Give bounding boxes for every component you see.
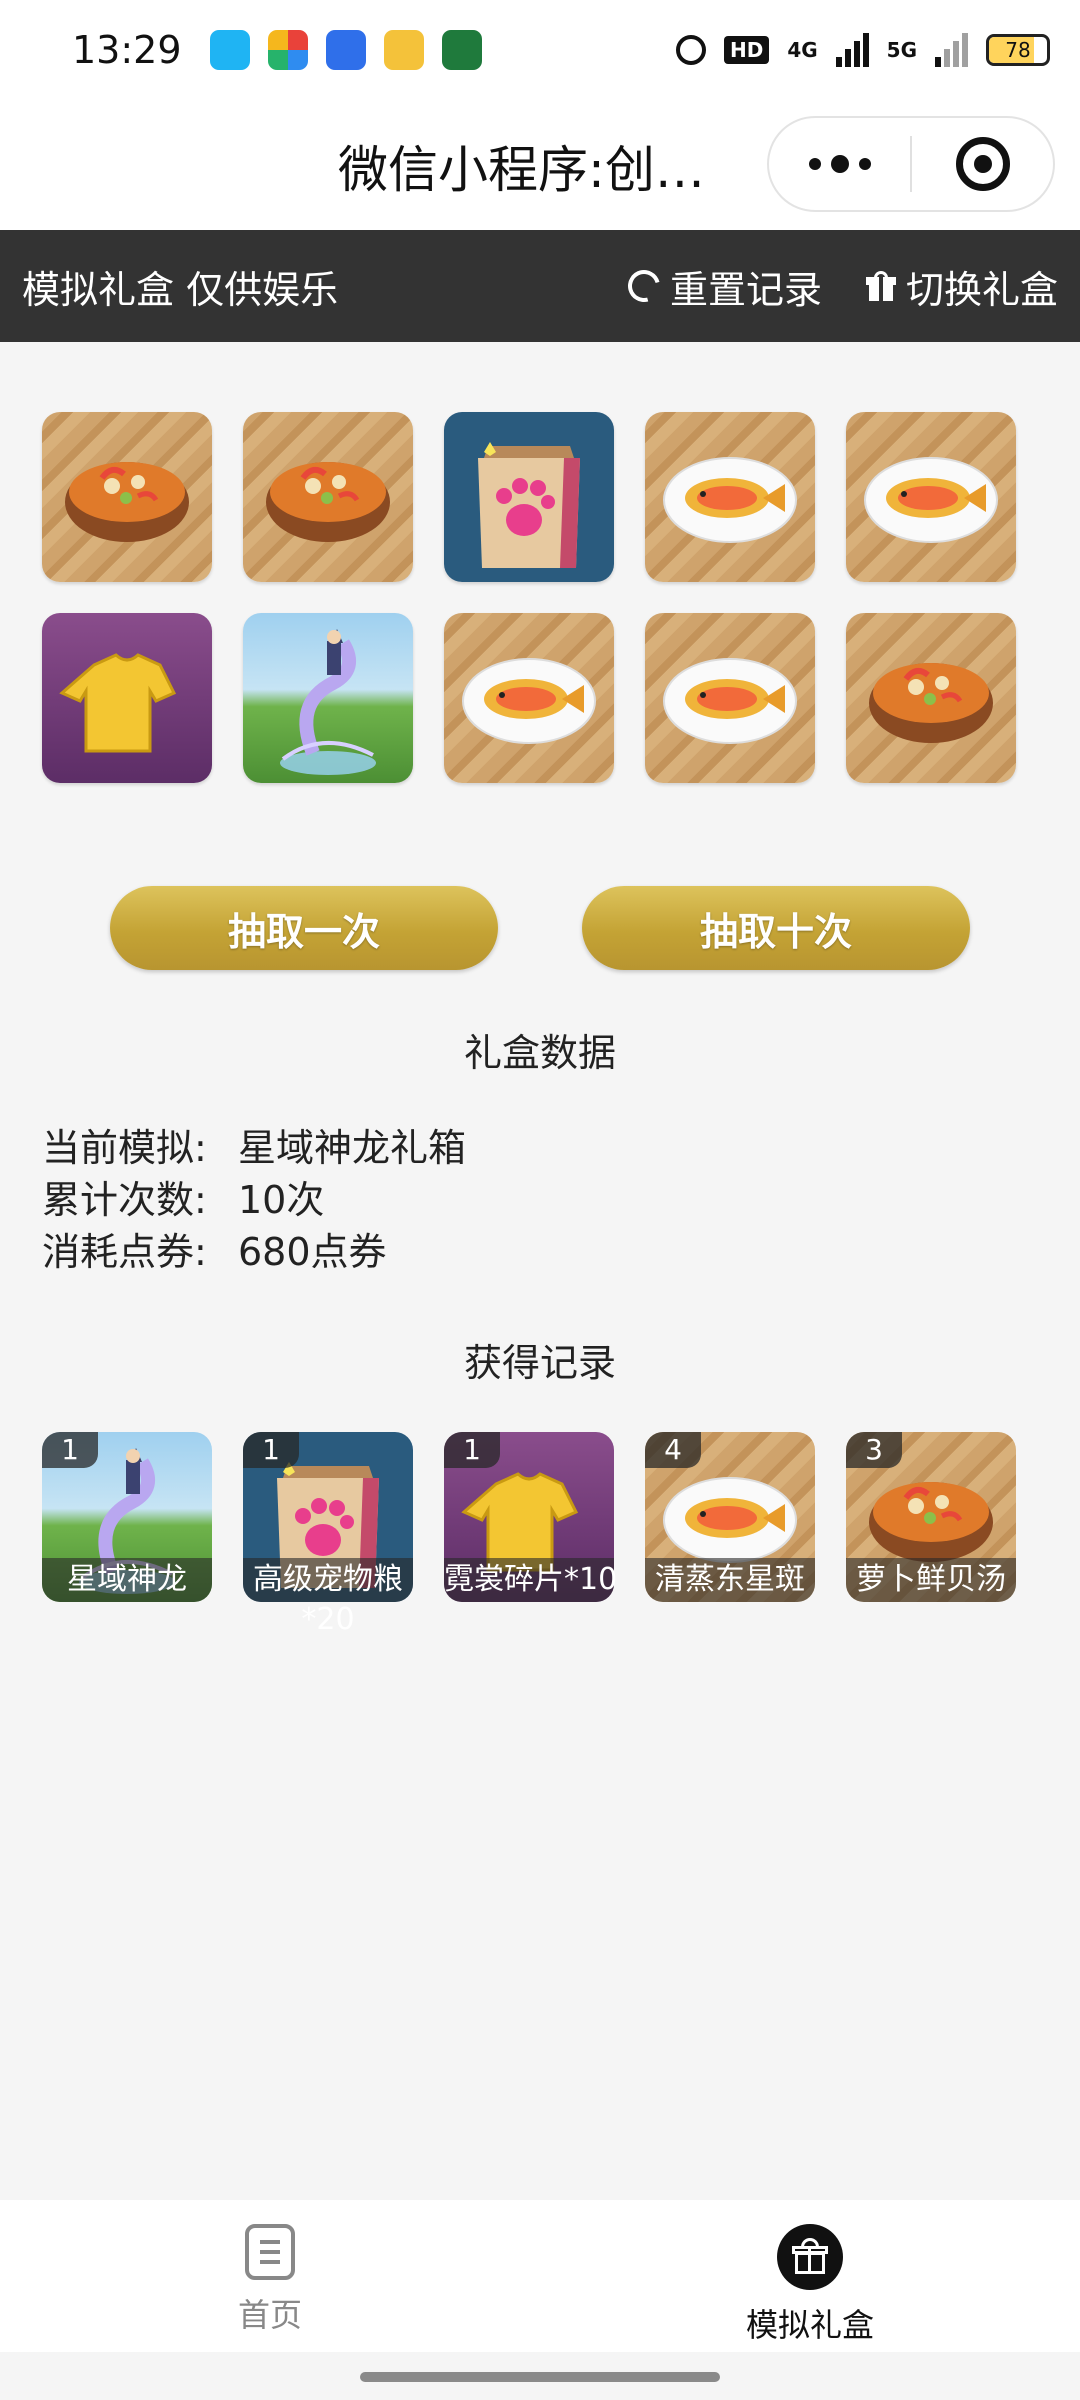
prize-tile [243,412,413,582]
prize-tile [444,613,614,783]
record-item: 3 萝卜鲜贝汤 [846,1432,1016,1602]
signal2-icon [935,33,968,67]
signal-icon [835,33,869,67]
alarm-icon [675,35,706,65]
pinwheel-icon [268,30,308,70]
record-name: 霓裳碎片*10 [444,1558,617,1602]
home-indicator [360,2372,720,2382]
stat-current-value: 星域神龙礼箱 [238,1126,467,1170]
fish-plate-image [645,412,815,582]
stat-cost-value: 680点券 [238,1230,387,1274]
tab-gift-box[interactable]: 模拟礼盒 [540,2200,1080,2352]
gesture-bar [0,2352,1080,2400]
reset-records-button[interactable]: 重置记录 [622,259,822,314]
draw-results-grid [42,412,1022,783]
oppo-icon [442,30,482,70]
soup-image [42,412,212,582]
stats-panel: 当前模拟: 星域神龙礼箱 累计次数: 10次 消耗点券: 680点券 [42,1122,466,1278]
record-name: 萝卜鲜贝汤 [846,1558,1016,1602]
tab-home[interactable]: 首页 [0,2200,540,2352]
refresh-icon [622,264,666,308]
soup-image [243,412,413,582]
fish-plate-image [444,613,614,783]
stat-current: 当前模拟: 星域神龙礼箱 [42,1122,466,1174]
stat-cost: 消耗点券: 680点券 [42,1226,466,1278]
net2-label: 5G [886,38,917,62]
qq-icon [210,30,250,70]
record-item: 1 霓裳碎片*10 [444,1432,617,1602]
stat-count-value: 10次 [238,1178,325,1222]
record-item: 4 清蒸东星斑 [645,1432,815,1602]
soup-image [846,613,1016,783]
shirt-shard-image [42,613,212,783]
battery-icon: 78 [986,34,1050,66]
prize-tile [645,613,815,783]
notification-icons [210,30,482,70]
tab-bar: 首页 模拟礼盒 [0,2200,1080,2352]
stats-section-title: 礼盒数据 [463,1031,616,1075]
prize-tile [846,412,1016,582]
record-count-badge: 1 [444,1432,500,1468]
prize-tile [42,613,212,783]
prize-tile [645,412,815,582]
prize-tile [243,613,413,783]
tab-gift-label: 模拟礼盒 [745,2306,874,2344]
record-name: 高级宠物粮 *20 [243,1558,413,1638]
stat-count: 累计次数: 10次 [42,1174,466,1226]
header-title: 模拟礼盒 仅供娱乐 [22,267,339,312]
mini-program-title-bar: 微信小程序:创魔宠物小... [0,100,1080,230]
records-grid: 1 星域神龙 1 高级宠物粮 *20 1 霓裳碎片*10 4 清蒸东星斑 3 萝卜鲜贝汤 [42,1432,1022,1637]
record-count-badge: 4 [645,1432,701,1468]
status-bar: 13:29 HD 4G 5G 78 [0,0,1080,100]
battery-level: 78 [1005,38,1031,62]
record-item: 1 高级宠物粮 *20 [243,1432,413,1637]
records-section-title: 获得记录 [463,1341,616,1385]
gift-box-header: 模拟礼盒 仅供娱乐 重置记录 切换礼盒 [0,230,1080,342]
record-item: 1 星域神龙 [42,1432,212,1602]
gold-diamond-icon [384,30,424,70]
record-count-badge: 1 [243,1432,299,1468]
stat-count-label: 累计次数: [42,1178,207,1222]
star-dragon-image [243,613,413,783]
record-name-line2: *20 [301,1602,355,1637]
prize-tile [444,412,614,582]
document-icon [245,2224,295,2280]
reset-label: 重置记录 [669,267,822,312]
record-name-line1: 高级宠物粮 [243,1558,413,1602]
stat-current-label: 当前模拟: [42,1126,207,1170]
close-mini-program-button[interactable] [912,137,1053,191]
stat-cost-label: 消耗点券: [42,1230,207,1274]
record-count-badge: 3 [846,1432,902,1468]
pet-food-bag-image [444,412,614,582]
more-button[interactable] [769,155,910,173]
fish-plate-image [645,613,815,783]
fish-plate-image [846,412,1016,582]
hd-label: HD [723,36,770,64]
switch-label: 切换礼盒 [905,267,1058,312]
blue-app-icon [326,30,366,70]
page-title: 微信小程序:创魔宠物小... [338,141,748,199]
draw-ten-button[interactable]: 抽取十次 [582,886,970,970]
net1-label: 4G [787,38,818,62]
record-name: 星域神龙 [42,1558,212,1602]
switch-gift-box-button[interactable]: 切换礼盒 [865,259,1058,314]
gift-icon [865,271,896,301]
gift-icon [777,2224,843,2290]
capsule-menu [767,116,1055,212]
status-time: 13:29 [72,28,182,72]
prize-tile [846,613,1016,783]
target-icon [955,137,1010,191]
tab-home-label: 首页 [237,2296,302,2334]
draw-once-button[interactable]: 抽取一次 [110,886,498,970]
record-count-badge: 1 [42,1432,98,1468]
prize-tile [42,412,212,582]
record-name: 清蒸东星斑 [645,1558,815,1602]
